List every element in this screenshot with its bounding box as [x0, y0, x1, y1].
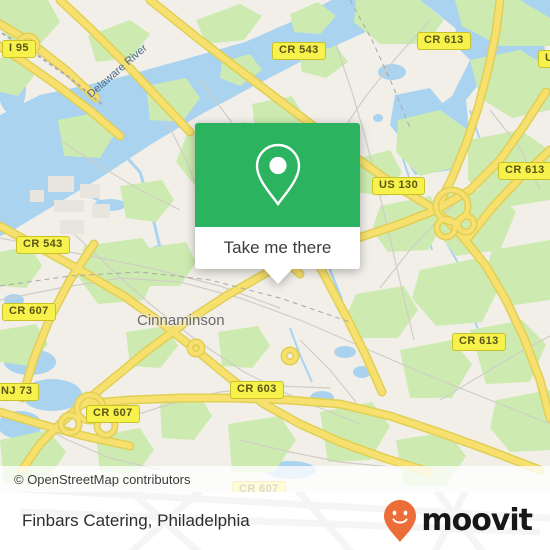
road-shield-cr-543-left[interactable]: CR 543 [16, 236, 70, 254]
callout-action-label: Take me there [223, 238, 332, 257]
moovit-wordmark: moovit [421, 503, 533, 538]
road-shield-cr-543-top[interactable]: CR 543 [272, 42, 326, 60]
road-shield-cr-607-bottom[interactable]: CR 607 [86, 405, 140, 423]
road-shield-cr-607-left[interactable]: CR 607 [2, 303, 56, 321]
map-attribution: © OpenStreetMap contributors [0, 466, 550, 492]
road-shield-i-95[interactable]: I 95 [2, 40, 36, 58]
map-canvas[interactable]: I 95 CR 543 CR 613 US CR 613 US 130 CR 5… [0, 0, 550, 492]
callout-header [195, 123, 360, 227]
road-shield-us-130[interactable]: US 130 [372, 177, 426, 195]
callout-tail [264, 269, 292, 284]
map-screenshot: I 95 CR 543 CR 613 US CR 613 US 130 CR 5… [0, 0, 550, 550]
footer-bar: Finbars Catering, Philadelphia moovit [0, 492, 550, 550]
attribution-text: © OpenStreetMap contributors [14, 471, 191, 487]
place-label-cinnaminson: Cinnaminson [137, 312, 225, 329]
map-pin-icon [255, 143, 300, 207]
road-shield-nj-73[interactable]: NJ 73 [0, 383, 40, 401]
location-callout-card[interactable]: Take me there [195, 123, 360, 284]
road-shield-cr-613-right[interactable]: CR 613 [498, 162, 550, 180]
moovit-smiley-pin-icon [384, 500, 417, 542]
road-shield-us-edge[interactable]: US [538, 50, 550, 68]
moovit-brand[interactable]: moovit [383, 499, 533, 543]
road-shield-cr-613-bottom[interactable]: CR 613 [452, 333, 506, 351]
road-shield-cr-613-top[interactable]: CR 613 [417, 32, 471, 50]
place-title: Finbars Catering, Philadelphia [22, 511, 250, 530]
callout-action[interactable]: Take me there [195, 227, 360, 269]
road-shield-cr-603[interactable]: CR 603 [230, 381, 284, 399]
